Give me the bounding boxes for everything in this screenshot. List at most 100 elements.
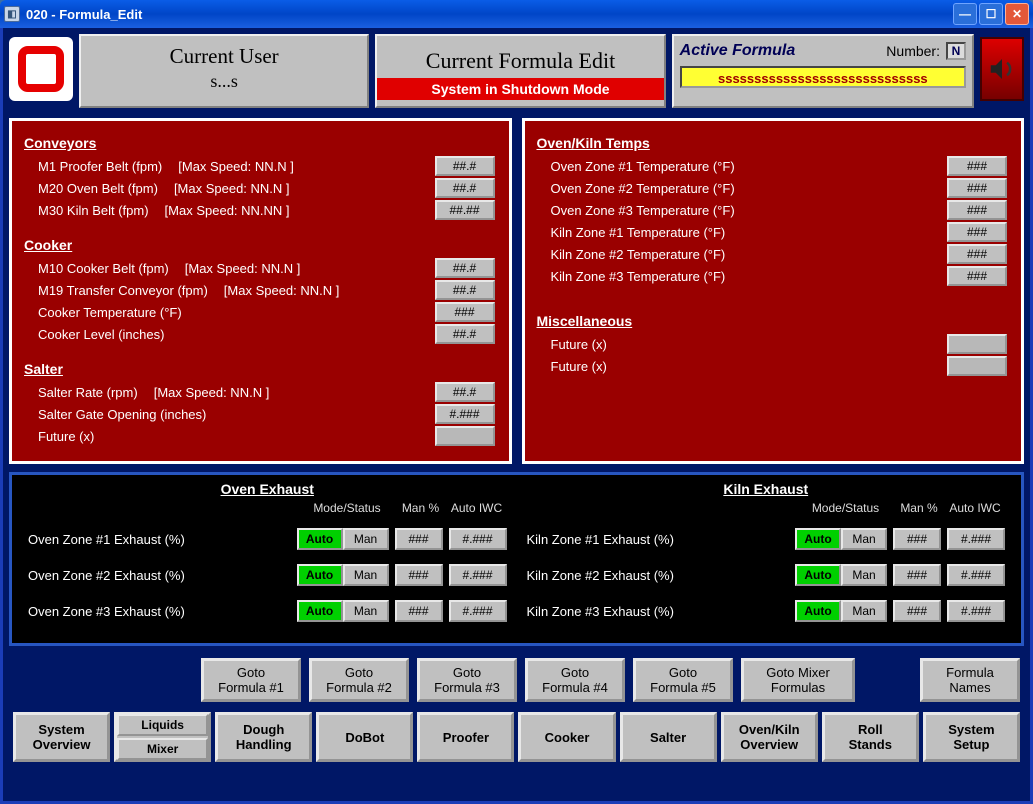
man-button[interactable]: Man [343, 600, 389, 622]
man-button[interactable]: Man [841, 564, 887, 586]
value-button[interactable]: ##.# [435, 324, 495, 344]
nav-roll-stands[interactable]: RollStands [822, 712, 919, 762]
auto-button[interactable]: Auto [297, 528, 343, 550]
logo-icon[interactable] [9, 37, 73, 101]
value-button[interactable] [947, 356, 1007, 376]
value-button[interactable]: ##.# [435, 156, 495, 176]
value-button[interactable]: ##.# [435, 258, 495, 278]
nav-system-overview[interactable]: SystemOverview [13, 712, 110, 762]
exhaust-row-label: Oven Zone #2 Exhaust (%) [28, 568, 297, 583]
value-button[interactable]: ### [947, 200, 1007, 220]
goto-formula-5-button[interactable]: GotoFormula #5 [633, 658, 733, 702]
nav-liquids[interactable]: Liquids [117, 714, 208, 736]
formula-name-value: sssssssssssssssssssssssssssss [680, 66, 966, 88]
current-user-panel: Current User s...s [79, 34, 369, 108]
value-button[interactable]: ### [947, 222, 1007, 242]
iwc-button[interactable]: #.### [449, 600, 507, 622]
iwc-button[interactable]: #.### [947, 564, 1005, 586]
nav-cooker[interactable]: Cooker [518, 712, 615, 762]
row-label: M10 Cooker Belt (fpm) [38, 261, 169, 276]
goto-formula-2-button[interactable]: GotoFormula #2 [309, 658, 409, 702]
row-label: M1 Proofer Belt (fpm) [38, 159, 162, 174]
nav-salter[interactable]: Salter [620, 712, 717, 762]
iwc-button[interactable]: #.### [449, 528, 507, 550]
auto-button[interactable]: Auto [297, 564, 343, 586]
nav-system-setup[interactable]: SystemSetup [923, 712, 1020, 762]
value-button[interactable]: ##.# [435, 178, 495, 198]
window-maximize-button[interactable]: ☐ [979, 3, 1003, 25]
value-button[interactable] [435, 426, 495, 446]
value-button[interactable]: ### [947, 178, 1007, 198]
alarm-speaker-icon[interactable] [980, 37, 1024, 101]
row-label: Kiln Zone #2 Temperature (°F) [539, 247, 948, 262]
current-user-label: Current User [81, 44, 367, 69]
value-button[interactable]: ### [947, 244, 1007, 264]
kiln-exhaust-column: Kiln Exhaust Mode/StatusMan %Auto IWC Ki… [527, 481, 1006, 637]
auto-button[interactable]: Auto [795, 564, 841, 586]
right-red-panel: Oven/Kiln Temps Oven Zone #1 Temperature… [522, 118, 1025, 464]
cooker-heading: Cooker [24, 237, 499, 253]
man-pct-button[interactable]: ### [893, 600, 941, 622]
exhaust-panel: Oven Exhaust Mode/StatusMan %Auto IWC Ov… [9, 472, 1024, 646]
iwc-button[interactable]: #.### [947, 600, 1005, 622]
goto-formula-3-button[interactable]: GotoFormula #3 [417, 658, 517, 702]
formula-names-button[interactable]: FormulaNames [920, 658, 1020, 702]
active-formula-label: Active Formula [680, 42, 796, 60]
nav-dobot[interactable]: DoBot [316, 712, 413, 762]
window-close-button[interactable]: ✕ [1005, 3, 1029, 25]
value-button[interactable] [947, 334, 1007, 354]
current-user-value: s...s [81, 71, 367, 92]
left-red-panel: Conveyors M1 Proofer Belt (fpm)[Max Spee… [9, 118, 512, 464]
value-button[interactable]: ##.## [435, 200, 495, 220]
row-label: Salter Gate Opening (inches) [38, 407, 206, 422]
goto-mixer-formulas-button[interactable]: Goto MixerFormulas [741, 658, 855, 702]
goto-formula-1-button[interactable]: GotoFormula #1 [201, 658, 301, 702]
row-label: M20 Oven Belt (fpm) [38, 181, 158, 196]
row-note: [Max Speed: NN.NN ] [165, 203, 290, 218]
head-man: Man % [395, 501, 447, 515]
man-pct-button[interactable]: ### [893, 564, 941, 586]
app-icon: ◧ [4, 6, 20, 22]
active-formula-panel: Active Formula Number: N sssssssssssssss… [672, 34, 974, 108]
man-button[interactable]: Man [343, 564, 389, 586]
iwc-button[interactable]: #.### [947, 528, 1005, 550]
nav-proofer[interactable]: Proofer [417, 712, 514, 762]
oven-exhaust-column: Oven Exhaust Mode/StatusMan %Auto IWC Ov… [28, 481, 507, 637]
formula-number-value[interactable]: N [946, 42, 966, 60]
goto-formula-4-button[interactable]: GotoFormula #4 [525, 658, 625, 702]
row-note: [Max Speed: NN.N ] [224, 283, 340, 298]
value-button[interactable]: #.### [435, 404, 495, 424]
nav-dough-handling[interactable]: DoughHandling [215, 712, 312, 762]
man-button[interactable]: Man [841, 600, 887, 622]
auto-button[interactable]: Auto [297, 600, 343, 622]
row-label: Future (x) [539, 359, 948, 374]
value-button[interactable]: ##.# [435, 382, 495, 402]
row-label: Salter Rate (rpm) [38, 385, 138, 400]
man-button[interactable]: Man [841, 528, 887, 550]
row-label: Oven Zone #2 Temperature (°F) [539, 181, 948, 196]
row-label: Kiln Zone #3 Temperature (°F) [539, 269, 948, 284]
value-button[interactable]: ### [947, 266, 1007, 286]
auto-button[interactable]: Auto [795, 528, 841, 550]
man-pct-button[interactable]: ### [395, 600, 443, 622]
man-pct-button[interactable]: ### [395, 528, 443, 550]
temps-heading: Oven/Kiln Temps [537, 135, 1012, 151]
man-button[interactable]: Man [343, 528, 389, 550]
nav-mixer[interactable]: Mixer [117, 738, 208, 760]
exhaust-row-label: Oven Zone #1 Exhaust (%) [28, 532, 297, 547]
page-title: Current Formula Edit [377, 36, 663, 74]
man-pct-button[interactable]: ### [893, 528, 941, 550]
row-note: [Max Speed: NN.N ] [178, 159, 294, 174]
window-minimize-button[interactable]: — [953, 3, 977, 25]
exhaust-row-label: Kiln Zone #3 Exhaust (%) [527, 604, 796, 619]
value-button[interactable]: ##.# [435, 280, 495, 300]
nav-oven-kiln[interactable]: Oven/KilnOverview [721, 712, 818, 762]
man-pct-button[interactable]: ### [395, 564, 443, 586]
value-button[interactable]: ### [435, 302, 495, 322]
auto-button[interactable]: Auto [795, 600, 841, 622]
value-button[interactable]: ### [947, 156, 1007, 176]
iwc-button[interactable]: #.### [449, 564, 507, 586]
exhaust-row-label: Oven Zone #3 Exhaust (%) [28, 604, 297, 619]
nav-liquids-mixer-split: Liquids Mixer [114, 712, 211, 762]
shutdown-banner: System in Shutdown Mode [377, 78, 663, 100]
